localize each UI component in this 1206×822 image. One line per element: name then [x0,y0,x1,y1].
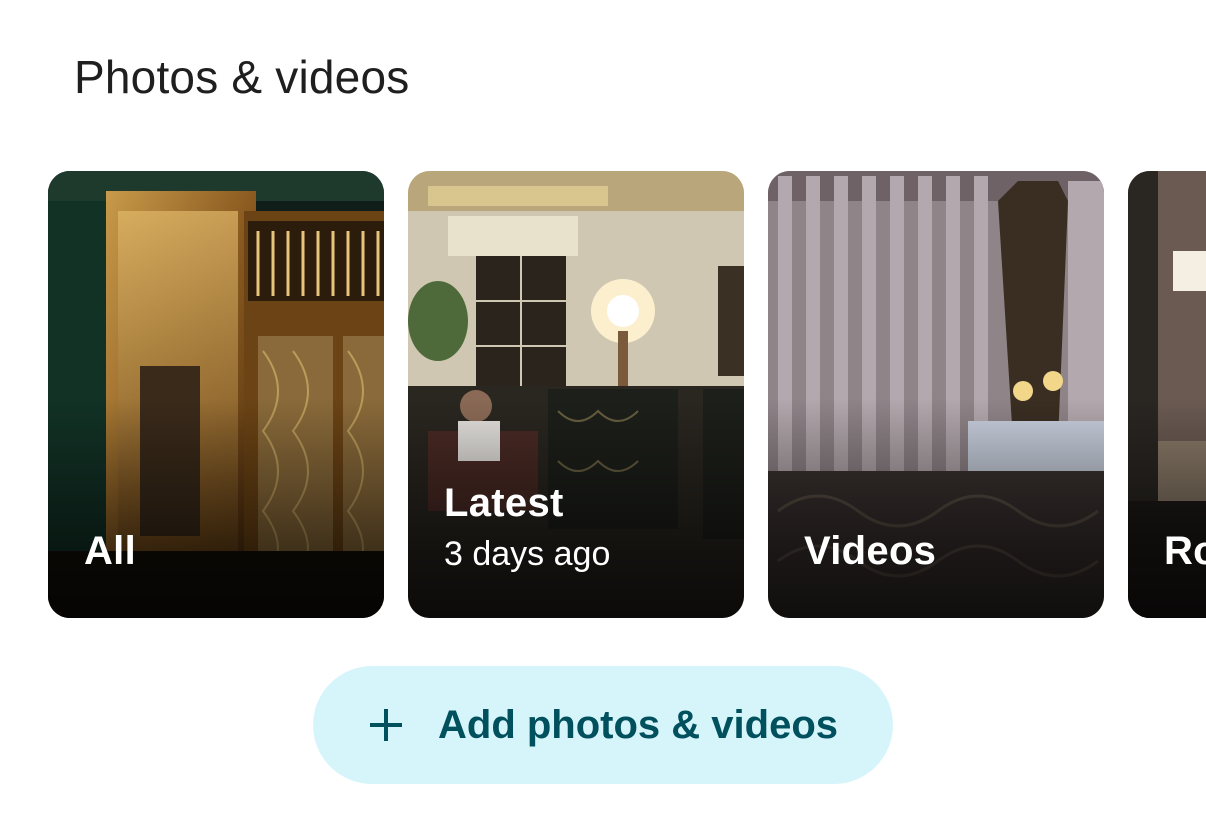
card-subtitle: 3 days ago [444,535,611,573]
category-card-latest[interactable]: Latest 3 days ago [408,171,744,618]
card-gradient [48,398,384,618]
category-card-all[interactable]: All [48,171,384,618]
photos-videos-section: Photos & videos All Latest 3 days ago Vi… [0,0,1206,822]
card-label: Videos [804,529,937,573]
add-button-label: Add photos & videos [438,702,838,747]
card-label: All [84,529,137,573]
card-label: Latest [444,481,564,525]
card-gradient [768,398,1104,618]
plus-icon [370,709,402,741]
category-card-videos[interactable]: Videos [768,171,1104,618]
photo-category-carousel[interactable]: All Latest 3 days ago Videos Ro [48,171,1206,618]
card-gradient [1128,398,1206,618]
add-photos-videos-button[interactable]: Add photos & videos [313,666,893,784]
card-label: Ro [1164,529,1206,573]
section-title: Photos & videos [74,51,410,103]
category-card-rooms[interactable]: Ro [1128,171,1206,618]
